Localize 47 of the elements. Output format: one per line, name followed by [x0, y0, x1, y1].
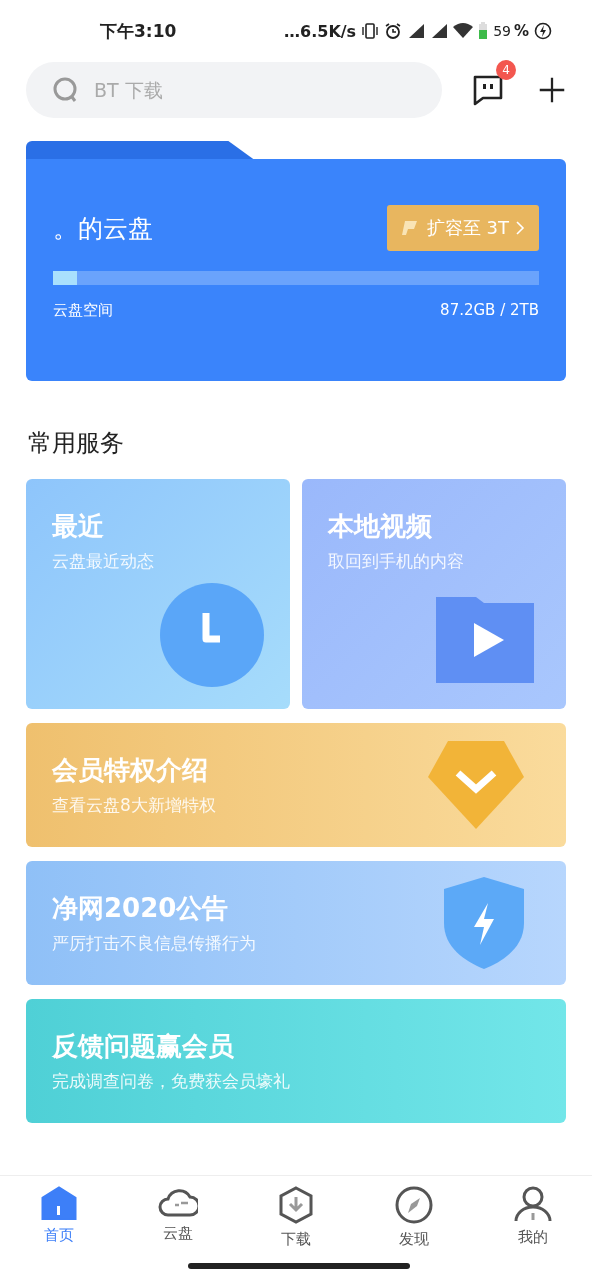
- message-icon[interactable]: [472, 74, 504, 106]
- tile-title: 本地视频: [328, 510, 433, 543]
- cloud-icon: [157, 1186, 198, 1218]
- storage-label: 云盘空间: [53, 301, 113, 320]
- person-icon: [513, 1186, 552, 1222]
- banner-title: 反馈问题赢会员: [52, 1030, 235, 1063]
- battery-icon: [478, 22, 489, 40]
- tab-item[interactable]: 发现: [374, 1186, 455, 1249]
- home-icon: [41, 1186, 78, 1220]
- shield-icon: [444, 877, 524, 969]
- battery-percent: %: [513, 22, 529, 40]
- storage-reading: 87.2GB / 2TB: [440, 301, 539, 320]
- banner-subtitle: 完成调查问卷，免费获会员壕礼: [52, 1070, 290, 1093]
- tab-item[interactable]: 云盘: [137, 1186, 218, 1249]
- compass-icon: [395, 1186, 434, 1224]
- status-time: 下午3:10: [100, 19, 177, 43]
- tile-title: 最近: [52, 510, 105, 543]
- cloud-title: 。的云盘: [53, 212, 153, 245]
- banner-subtitle: 严厉打击不良信息传播行为: [52, 932, 256, 955]
- clock-icon: [160, 583, 264, 687]
- alarm-icon: [384, 22, 403, 40]
- banner-title: 净网2020公告: [52, 892, 230, 925]
- notification-badge: 4: [496, 60, 516, 80]
- search-field[interactable]: BT 下载: [26, 62, 442, 118]
- vibrate-icon: [361, 23, 380, 39]
- tab-item[interactable]: 首页: [19, 1186, 100, 1249]
- diamond-icon: [428, 741, 524, 829]
- battery-level: 59: [493, 23, 511, 39]
- upgrade-button[interactable]: 扩容至 3T: [386, 205, 539, 251]
- charging-icon: [534, 22, 552, 40]
- banner-title: 会员特权介绍: [52, 754, 209, 787]
- tile-subtitle: 云盘最近动态: [52, 550, 155, 573]
- promo-banner[interactable]: 净网2020公告 严厉打击不良信息传播行为: [26, 861, 566, 985]
- network-speed: …6.5K/s: [284, 21, 357, 41]
- service-tile[interactable]: 本地视频 取回到手机的内容: [302, 479, 566, 709]
- section-title: 常用服务: [28, 428, 125, 459]
- banner-subtitle: 查看云盘8大新增特权: [52, 794, 216, 817]
- chevron-icon: [515, 221, 525, 235]
- signal-icon: [430, 23, 449, 39]
- signal-icon: [407, 23, 426, 39]
- cloud-storage-card[interactable]: 。的云盘 扩容至 3T 云盘空间 87.2GB / 2TB: [26, 159, 566, 381]
- tab-item[interactable]: 我的: [492, 1186, 573, 1249]
- tile-subtitle: 取回到手机的内容: [328, 550, 465, 573]
- download-icon: [277, 1186, 314, 1224]
- wifi-icon: [453, 23, 474, 39]
- folder-play-icon: [436, 597, 534, 683]
- tab-item[interactable]: 下载: [255, 1186, 336, 1249]
